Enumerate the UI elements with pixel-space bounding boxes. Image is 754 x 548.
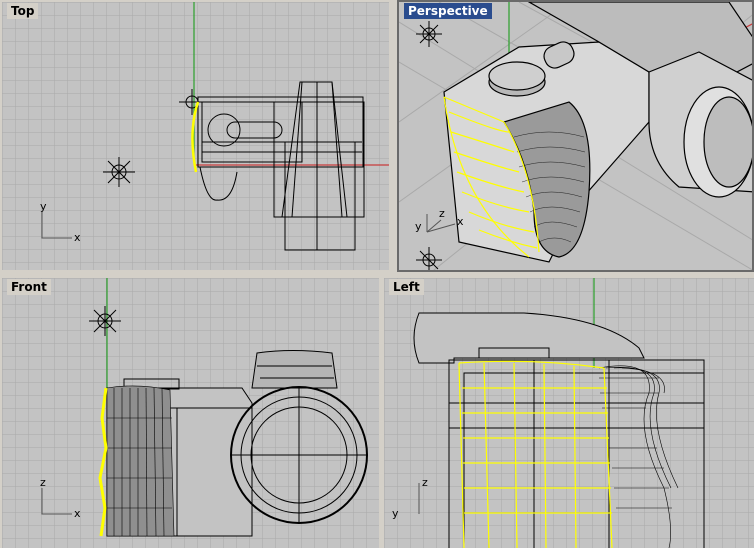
axis-label-z: z bbox=[439, 207, 445, 220]
axis-label-x: x bbox=[74, 507, 81, 520]
axis-label-x: x bbox=[74, 231, 81, 244]
viewport-front[interactable]: Front x z bbox=[2, 278, 379, 548]
axis-label-y: y bbox=[415, 220, 422, 233]
axis-label-z: z bbox=[40, 476, 46, 489]
viewport-front-canvas[interactable]: x z bbox=[2, 278, 379, 548]
light-icon[interactable] bbox=[89, 306, 121, 336]
viewport-left[interactable]: Left y z bbox=[384, 278, 754, 548]
viewport-top-canvas[interactable]: x y bbox=[2, 2, 389, 270]
viewport-tab-perspective[interactable]: Perspective bbox=[404, 3, 492, 19]
viewport-tab-left[interactable]: Left bbox=[389, 279, 424, 295]
viewport-tab-top[interactable]: Top bbox=[7, 3, 39, 19]
light-icon[interactable] bbox=[103, 157, 135, 187]
axis-label-y: y bbox=[40, 200, 47, 213]
axis-label-z: z bbox=[422, 476, 428, 489]
axis-label-x: x bbox=[457, 215, 464, 228]
viewport-tab-front[interactable]: Front bbox=[7, 279, 51, 295]
axis-label-y: y bbox=[392, 507, 399, 520]
viewport-perspective-canvas[interactable]: x y z bbox=[399, 2, 754, 272]
viewport-top[interactable]: Top x y bbox=[2, 2, 389, 270]
viewport-perspective[interactable]: Perspective x y z bbox=[397, 0, 754, 272]
viewport-left-canvas[interactable]: y z bbox=[384, 278, 754, 548]
